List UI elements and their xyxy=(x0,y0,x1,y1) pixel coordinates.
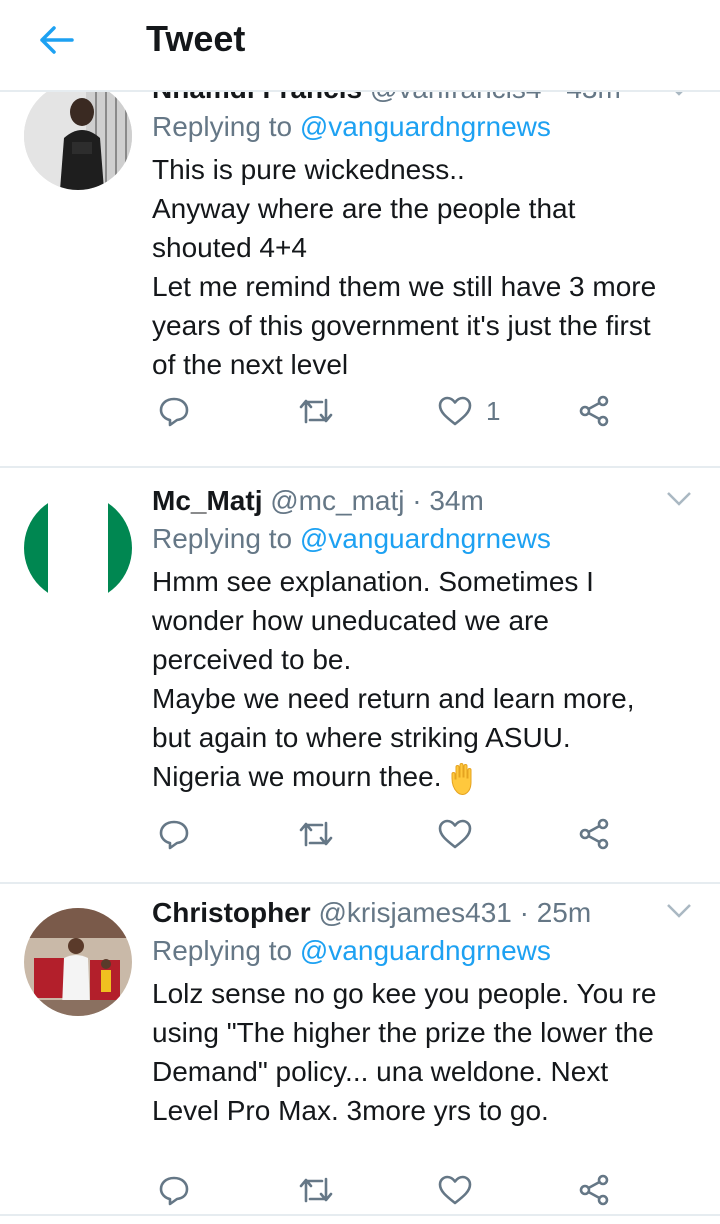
retweet-icon xyxy=(299,821,333,847)
tweet-meta: Mc_Matj @mc_matj · 34m xyxy=(152,484,700,518)
tweet-line: years of this government it's just the f… xyxy=(152,310,651,341)
tweet-line: Nigeria we mourn thee. xyxy=(152,761,442,792)
tweet-divider xyxy=(0,1214,720,1216)
share-icon xyxy=(579,818,609,850)
tweet-line: perceived to be. xyxy=(152,644,352,675)
replying-label: Replying to xyxy=(152,111,293,142)
heart-icon xyxy=(438,396,472,426)
nigeria-flag-avatar xyxy=(24,494,132,602)
tweet-text: Lolz sense no go kee you people. You re … xyxy=(152,974,700,1130)
tweet-actions xyxy=(152,1170,632,1210)
share-button[interactable] xyxy=(578,814,610,854)
tweet-line: Demand" policy... una weldone. Next xyxy=(152,1056,609,1087)
share-icon xyxy=(579,1174,609,1206)
raised-hand-emoji-icon xyxy=(451,762,472,795)
avatar-photo xyxy=(24,908,132,1016)
share-button[interactable] xyxy=(578,1170,610,1210)
meta-separator: · xyxy=(511,897,537,928)
header-divider xyxy=(0,90,720,92)
replying-label: Replying to xyxy=(152,523,293,554)
tweet-line: shouted 4+4 xyxy=(152,232,307,263)
arrow-left-icon xyxy=(40,26,74,54)
tweet-card[interactable]: Christopher @krisjames431 · 25m Replying… xyxy=(0,884,720,1224)
mention-link[interactable]: @vanguardngrnews xyxy=(300,935,551,966)
tweet-line: but again to where striking ASUU. xyxy=(152,722,571,753)
reply-button[interactable] xyxy=(158,391,190,431)
tweet-line-with-emoji: Nigeria we mourn thee. xyxy=(152,757,700,796)
replying-label: Replying to xyxy=(152,935,293,966)
author-handle[interactable]: @vahfrancis4 xyxy=(370,92,542,104)
tweet-meta: Christopher @krisjames431 · 25m xyxy=(152,896,700,930)
reply-icon xyxy=(159,1176,189,1206)
author-handle[interactable]: @krisjames431 xyxy=(318,897,511,928)
top-app-bar: Tweet xyxy=(0,0,720,82)
tweet-line: Let me remind them we still have 3 more xyxy=(152,271,657,302)
reply-icon xyxy=(159,397,189,427)
tweet-text: This is pure wickedness.. Anyway where a… xyxy=(152,150,700,384)
avatar-photo xyxy=(24,92,132,190)
tweet-line: of the next level xyxy=(152,349,349,380)
tweet-time: 43m xyxy=(566,92,620,104)
share-button[interactable] xyxy=(578,391,610,431)
avatar[interactable] xyxy=(24,494,132,602)
tweet-time: 25m xyxy=(536,897,592,928)
tweet-text: Hmm see explanation. Sometimes I wonder … xyxy=(152,562,700,796)
tweet-meta: Nnamdi Francis @vahfrancis4 · 43m xyxy=(152,92,700,106)
mention-link[interactable]: @vanguardngrnews xyxy=(300,111,551,142)
chevron-down-icon[interactable] xyxy=(666,92,692,98)
like-button[interactable] xyxy=(438,1170,486,1210)
author-name[interactable]: Christopher xyxy=(152,897,311,928)
reply-feed: Nnamdi Francis @vahfrancis4 · 43m Replyi… xyxy=(0,92,720,1224)
reply-button[interactable] xyxy=(158,1170,190,1210)
meta-separator: · xyxy=(541,92,566,104)
mention-link[interactable]: @vanguardngrnews xyxy=(300,523,551,554)
tweet-line: Anyway where are the people that xyxy=(152,193,576,224)
tweet-card[interactable]: Nnamdi Francis @vahfrancis4 · 43m Replyi… xyxy=(0,92,720,467)
author-name[interactable]: Mc_Matj xyxy=(152,485,262,516)
tweet-line: Maybe we need return and learn more, xyxy=(152,683,635,714)
tweet-card[interactable]: Mc_Matj @mc_matj · 34m Replying to @vang… xyxy=(0,468,720,884)
replying-to: Replying to @vanguardngrnews xyxy=(152,110,700,144)
retweet-icon xyxy=(299,398,333,424)
tweet-actions: 1 xyxy=(152,391,632,431)
avatar[interactable] xyxy=(24,92,132,190)
meta-separator: · xyxy=(404,485,430,516)
like-count: 1 xyxy=(486,395,501,426)
back-button[interactable] xyxy=(36,20,76,60)
retweet-button[interactable] xyxy=(298,814,334,854)
heart-icon xyxy=(438,819,472,849)
tweet-time: 34m xyxy=(429,485,484,516)
avatar[interactable] xyxy=(24,908,132,1016)
reply-button[interactable] xyxy=(158,814,190,854)
author-name[interactable]: Nnamdi Francis xyxy=(152,92,362,104)
like-button[interactable]: 1 xyxy=(438,391,500,431)
retweet-button[interactable] xyxy=(298,1170,334,1210)
retweet-button[interactable] xyxy=(298,391,334,431)
tweet-line: Hmm see explanation. Sometimes I xyxy=(152,566,594,597)
chevron-down-icon[interactable] xyxy=(666,902,692,920)
page-title: Tweet xyxy=(146,18,246,59)
author-handle[interactable]: @mc_matj xyxy=(270,485,404,516)
replying-to: Replying to @vanguardngrnews xyxy=(152,522,700,556)
retweet-icon xyxy=(299,1177,333,1203)
tweet-line: Level Pro Max. 3more yrs to go. xyxy=(152,1095,549,1126)
tweet-line: Lolz sense no go kee you people. You re xyxy=(152,978,657,1009)
replying-to: Replying to @vanguardngrnews xyxy=(152,934,700,968)
tweet-line: This is pure wickedness.. xyxy=(152,154,465,185)
tweet-actions xyxy=(152,814,632,854)
tweet-line: wonder how uneducated we are xyxy=(152,605,549,636)
tweet-line: using "The higher the prize the lower th… xyxy=(152,1017,654,1048)
heart-icon xyxy=(438,1175,472,1205)
reply-icon xyxy=(159,820,189,850)
chevron-down-icon[interactable] xyxy=(666,490,692,508)
share-icon xyxy=(579,395,609,427)
like-button[interactable] xyxy=(438,814,486,854)
